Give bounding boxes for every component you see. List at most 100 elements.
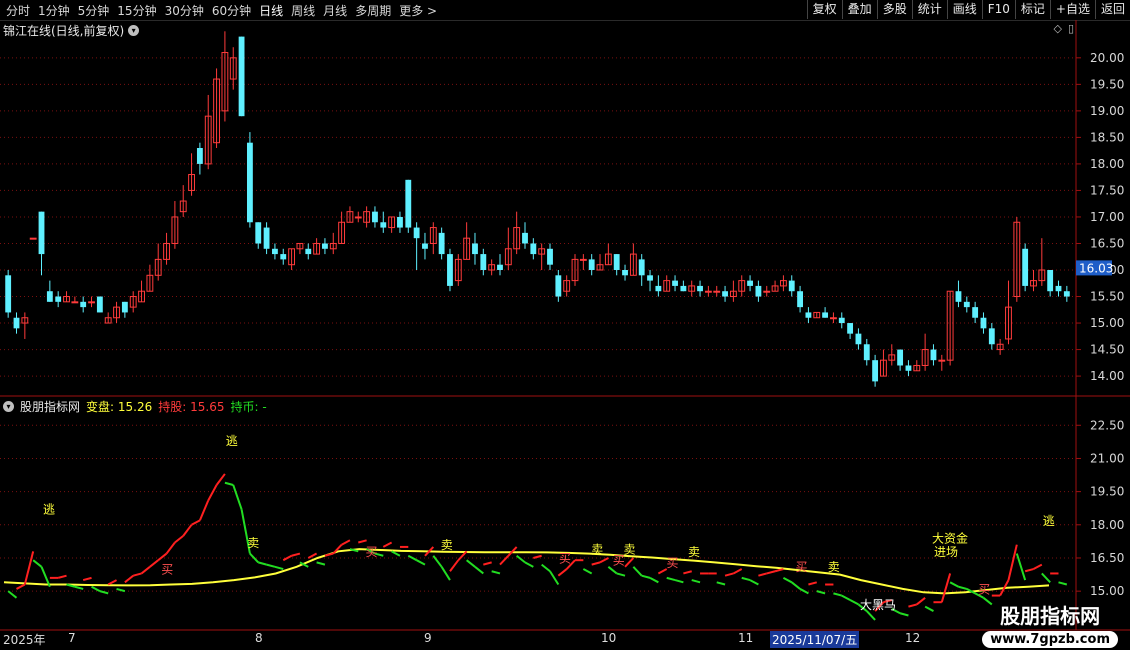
period-tab-1[interactable]: 1分钟: [34, 2, 74, 19]
ind-tick-label: 15.00: [1090, 584, 1124, 598]
candle-body: [763, 290, 771, 293]
signal-segment: [299, 561, 309, 568]
candle-body: [805, 312, 812, 318]
date-month-10: 10: [601, 631, 617, 645]
dark-horse-label: 大黑马: [860, 598, 896, 612]
candle-body: [938, 359, 946, 362]
signal-label: 买: [978, 582, 990, 596]
period-tab-10[interactable]: 更多 >: [395, 2, 441, 19]
signal-segment: [883, 599, 893, 604]
period-tab-2[interactable]: 5分钟: [74, 2, 114, 19]
toolbar-button-6[interactable]: 标记: [1014, 0, 1050, 19]
candle-body: [797, 291, 803, 308]
candle-body: [863, 344, 870, 361]
candle-body: [146, 274, 154, 292]
period-tab-7[interactable]: 周线: [287, 2, 319, 19]
signal-segment: [732, 568, 743, 575]
toolbar-button-1[interactable]: 叠加: [841, 0, 877, 19]
chibi-label: 持币: -: [230, 400, 267, 414]
toolbar-button-0[interactable]: 复权: [806, 0, 842, 19]
period-tab-4[interactable]: 30分钟: [161, 2, 208, 19]
candle-body: [422, 243, 428, 249]
signal-segment: [724, 572, 734, 577]
signal-segment: [632, 566, 643, 577]
signal-segment: [182, 524, 193, 537]
candle-body: [555, 275, 562, 297]
maximize-icon[interactable]: ▯: [1068, 22, 1074, 35]
candle-body: [946, 290, 954, 361]
signal-segment: [557, 568, 568, 577]
candle-body: [738, 280, 746, 292]
toolbar-button-4[interactable]: 画线: [946, 0, 982, 19]
signal-segment: [116, 587, 126, 593]
chevron-down-icon[interactable]: ▾: [128, 25, 140, 36]
diamond-icon[interactable]: ◇: [1053, 22, 1061, 35]
candle-body: [296, 242, 304, 250]
toolbar-button-8[interactable]: 返回: [1094, 0, 1130, 19]
signal-segment: [416, 559, 426, 566]
price-tick-label: 16.00: [1090, 263, 1124, 277]
candle-body: [397, 216, 403, 228]
signal-segment: [1033, 563, 1043, 570]
candle-body: [80, 301, 87, 308]
signal-segment: [749, 579, 759, 586]
candle-body: [346, 211, 354, 223]
signal-segment: [924, 605, 934, 612]
signal-segment: [483, 561, 492, 566]
candle-body: [154, 258, 162, 276]
signal-segment: [191, 519, 201, 526]
toolbar-button-5[interactable]: F10: [981, 0, 1015, 19]
candle-body: [779, 280, 787, 287]
action-buttons: 复权 叠加 多股 统计 画线 F10 标记 +自选 返回: [806, 0, 1130, 19]
signal-segment: [74, 585, 84, 590]
signal-segment: [899, 612, 909, 617]
signal-segment: [974, 592, 984, 599]
candle-body: [704, 290, 712, 293]
candle-body: [305, 248, 312, 255]
candle-body: [1005, 306, 1012, 340]
signal-segment: [866, 610, 876, 621]
candle-body: [272, 248, 278, 255]
candle-body: [221, 52, 229, 112]
candle-body: [571, 258, 579, 282]
toolbar-button-7[interactable]: +自选: [1049, 0, 1095, 19]
date-month-7: 7: [68, 631, 76, 645]
signal-segment: [758, 572, 767, 577]
signal-segment: [449, 559, 460, 572]
candle-body: [655, 285, 662, 292]
signal-segment: [849, 599, 859, 606]
signal-segment: [1041, 572, 1051, 583]
watermark-title: 股朋指标网: [1000, 604, 1101, 628]
signal-segment: [841, 594, 851, 601]
candle-body: [213, 78, 220, 144]
period-tab-8[interactable]: 月线: [319, 2, 351, 19]
candle-body: [204, 115, 212, 165]
period-tab-3[interactable]: 15分钟: [113, 2, 160, 19]
signal-segment: [266, 563, 276, 568]
candle-body: [288, 248, 296, 266]
signal-segment: [291, 552, 301, 557]
candle-body: [1030, 280, 1037, 287]
ind-tick-label: 16.50: [1090, 551, 1124, 565]
chevron-down-icon[interactable]: ▾: [3, 401, 14, 412]
toolbar-button-2[interactable]: 多股: [876, 0, 912, 19]
candle-body: [855, 333, 862, 345]
kline-chart: 20.00 19.50 19.00 18.50 18.00 17.50 17.00 16.50…: [0, 20, 1130, 631]
period-tab-0[interactable]: 分时: [2, 2, 34, 19]
period-tab-5[interactable]: 60分钟: [208, 2, 255, 19]
period-tab-9[interactable]: 多周期: [351, 2, 395, 19]
candle-body: [280, 254, 287, 260]
period-tab-6[interactable]: 日线: [255, 2, 287, 19]
signal-label: 买: [559, 551, 571, 565]
indicator-title: ▾ 股朋指标网 变盘: 15.26 持股: 15.65 持币: -: [3, 398, 267, 415]
candle-body: [930, 349, 937, 361]
signal-segment: [66, 583, 76, 588]
signal-segment: [799, 588, 809, 595]
signal-segment: [516, 554, 526, 564]
price-tick-label: 14.50: [1090, 343, 1124, 357]
signal-segment: [649, 576, 659, 584]
price-tick-label: 19.00: [1090, 104, 1124, 118]
candle-body: [447, 254, 453, 286]
toolbar-button-3[interactable]: 统计: [911, 0, 947, 19]
candle-body: [21, 317, 29, 324]
